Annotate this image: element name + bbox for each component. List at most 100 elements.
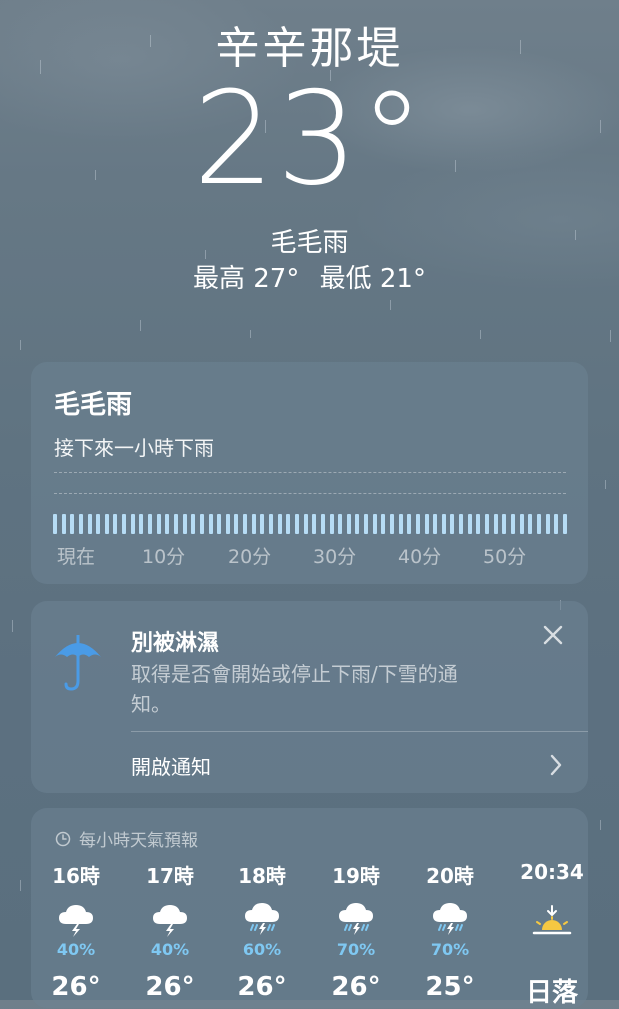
precip-bars [53,513,567,535]
precip-bar [96,514,101,534]
hour-precip: 60% [242,940,282,959]
precip-bar [312,514,317,534]
thunderstorm-rain-icon [433,903,467,935]
axis-label-40: 40分 [398,546,442,568]
close-icon[interactable] [541,623,565,647]
precip-bar [87,514,92,534]
low-temp: 最低 21° [319,264,426,294]
precip-bar [148,514,153,534]
precip-bar [139,514,144,534]
precip-bar [130,514,135,534]
axis-label-20: 20分 [228,546,272,568]
rain-streak [20,340,21,350]
precip-bar [286,514,291,534]
precipitation-card[interactable]: 毛毛雨 接下來一小時下雨 現在 10分 20分 30分 40分 50分 [31,362,588,584]
precip-bar [277,514,282,534]
hour-item: 18時 60% 26° [217,860,307,1002]
enable-notifications-link[interactable]: 開啟通知 [131,751,211,780]
precip-bar [78,514,83,534]
hour-temp: 日落 [525,978,578,1008]
divider [131,731,588,732]
precip-bar [165,514,170,534]
hour-time: 20:34 [520,860,584,884]
axis-label-30: 30分 [313,546,357,568]
precip-bar [70,514,75,534]
umbrella-icon [55,635,101,691]
thunderstorm-icon [59,905,93,937]
thunderstorm-icon [153,905,187,937]
hourly-header: 每小時天氣預報 [55,826,198,851]
rain-streak [610,330,611,342]
axis-label-10: 10分 [142,546,186,568]
precip-bar [260,514,265,534]
precip-bar [199,514,204,534]
precip-subtitle: 接下來一小時下雨 [54,436,214,460]
hour-item: 16時 40% 26° [31,860,121,1002]
precip-bar [545,514,550,534]
precip-bar [269,514,274,534]
rain-streak [605,480,606,489]
precip-bar [173,514,178,534]
rain-streak [20,880,21,891]
hour-item: 20時 70% 25° [405,860,495,1002]
precip-bar [519,514,524,534]
precip-bar [510,514,515,534]
precip-bar [424,514,429,534]
precip-bar [338,514,343,534]
rain-streak [140,320,141,331]
high-temp: 最高 27° [193,264,300,294]
precip-bar [217,514,222,534]
precip-bar [450,514,455,534]
precip-bar [528,514,533,534]
precip-bar [294,514,299,534]
precip-bar [104,514,109,534]
precip-bar [355,514,360,534]
sunset-icon [532,905,572,935]
hour-precip: 40% [150,940,190,959]
hour-time: 18時 [238,864,286,888]
hour-temp: 26° [51,972,101,1002]
hour-temp: 26° [237,972,287,1002]
precip-bar [415,514,420,534]
precip-title: 毛毛雨 [54,390,133,420]
hour-item: 19時 70% 26° [311,860,401,1002]
precip-bar [433,514,438,534]
precip-bar [381,514,386,534]
precip-bar [303,514,308,534]
precip-bar [389,514,394,534]
precip-bar [562,514,567,534]
axis-label-now: 現在 [57,546,96,568]
hour-time: 19時 [332,864,380,888]
hour-precip: 70% [336,940,376,959]
hourly-header-label: 每小時天氣預報 [79,831,198,851]
precip-bar [156,514,161,534]
precip-bar [441,514,446,534]
precip-bar [182,514,187,534]
precip-bar [554,514,559,534]
hour-item: 20:34 日落 [507,860,597,1009]
hour-precip: 40% [56,940,96,959]
rain-streak [600,820,601,830]
condition-text: 毛毛雨 [270,228,349,258]
rain-streak [12,620,13,632]
chart-gridline [54,472,566,473]
chevron-right-icon[interactable] [549,753,563,777]
precip-bar [208,514,213,534]
hour-precip [507,940,597,962]
precip-bar [467,514,472,534]
precip-bar [329,514,334,534]
precip-bar [398,514,403,534]
precip-bar [346,514,351,534]
thunderstorm-rain-icon [245,903,279,935]
rain-streak [250,330,251,338]
hourly-forecast-card[interactable]: 每小時天氣預報 16時 40% 26° 17時 40% 26° 18時 60% … [31,808,588,1008]
precip-bar [122,514,127,534]
precip-bar [536,514,541,534]
precip-bar [502,514,507,534]
notify-description: 取得是否會開始或停止下雨/下雪的通知。 [131,662,458,716]
hour-item: 17時 40% 26° [125,860,215,1002]
precip-bar [225,514,230,534]
rain-streak [390,300,391,310]
hour-precip: 70% [430,940,470,959]
precip-bar [493,514,498,534]
